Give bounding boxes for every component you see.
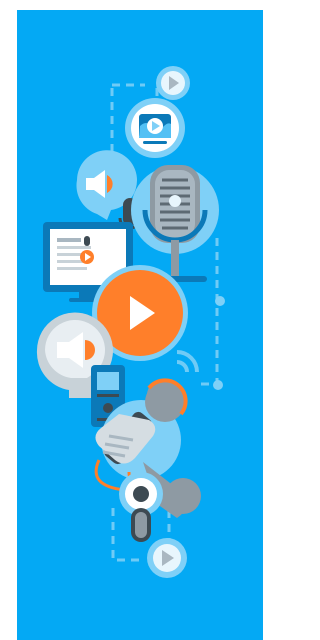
dot: [215, 296, 225, 306]
banner-illustration: [17, 10, 263, 640]
video-player-icon: [125, 98, 185, 158]
play-bubble-icon: [147, 538, 187, 578]
podcast-banner: [17, 10, 263, 640]
dot: [213, 380, 223, 390]
play-bubble-icon: [156, 66, 190, 100]
